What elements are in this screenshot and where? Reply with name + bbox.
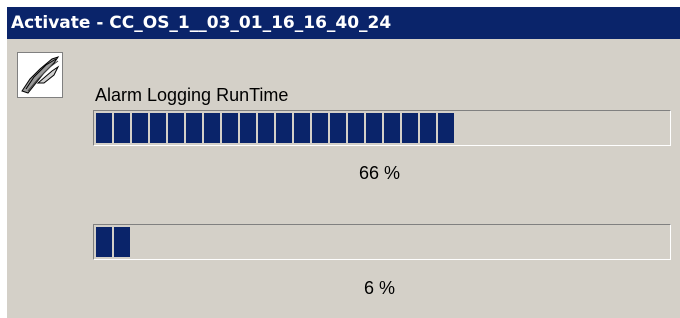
progress-segment <box>438 113 454 143</box>
task-progress-bar <box>93 110 671 146</box>
progress-segment <box>132 113 148 143</box>
progress-segment <box>366 113 382 143</box>
progress-segment <box>186 113 202 143</box>
progress-segment <box>150 113 166 143</box>
progress-segment <box>114 227 130 257</box>
progress-segment <box>330 113 346 143</box>
progress-segment <box>294 113 310 143</box>
progress-segment <box>420 113 436 143</box>
progress-segment <box>240 113 256 143</box>
progress-segment <box>384 113 400 143</box>
progress-segment <box>222 113 238 143</box>
progress-segment <box>312 113 328 143</box>
progress-segment <box>258 113 274 143</box>
progress-segment <box>276 113 292 143</box>
progress-segment <box>348 113 364 143</box>
progress-segment <box>96 113 112 143</box>
task-progress-percent: 66 % <box>359 163 401 183</box>
window-title: Activate - CC_OS_1__03_01_16_16_40_24 <box>7 7 680 39</box>
progress-segment <box>168 113 184 143</box>
overall-progress-percent: 6 % <box>364 278 396 298</box>
activate-dialog: Activate - CC_OS_1__03_01_16_16_40_24 Al… <box>6 6 680 318</box>
task-label: Alarm Logging RunTime <box>95 85 289 105</box>
progress-segment <box>402 113 418 143</box>
overall-progress-bar <box>93 224 671 260</box>
progress-segment <box>96 227 112 257</box>
progress-segment <box>114 113 130 143</box>
wincc-activate-icon <box>17 52 63 98</box>
progress-segment <box>204 113 220 143</box>
